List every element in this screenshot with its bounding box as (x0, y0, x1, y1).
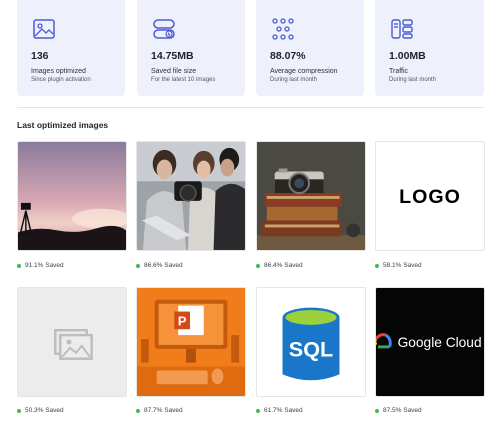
status-dot (256, 263, 260, 268)
powerpoint-desktop-illustration[interactable]: P (136, 287, 246, 397)
sunset-tripod-photo[interactable] (17, 141, 127, 251)
saved-text: 87.5% Saved (383, 407, 422, 414)
saved-label: 58.1% Saved (375, 262, 422, 269)
logo-image[interactable]: LOGO (375, 141, 485, 251)
saved-label: 86.4% Saved (256, 262, 303, 269)
google-cloud-text: Google Cloud (398, 335, 482, 350)
camera-on-books-photo[interactable] (256, 141, 366, 251)
saved-text: 50.3% Saved (25, 407, 64, 414)
status-dot (17, 408, 21, 413)
google-cloud-image[interactable]: Google Cloud (375, 287, 485, 397)
saved-label: 91.1% Saved (17, 262, 64, 269)
placeholder-image-icon (54, 328, 93, 360)
saved-text: 86.6% Saved (144, 262, 183, 269)
saved-text: 61.7% Saved (264, 407, 303, 414)
saved-text: 91.1% Saved (25, 262, 64, 269)
sql-database-image[interactable]: SQL (256, 287, 366, 397)
status-dot (136, 408, 140, 413)
optimized-images-grid: 91.1% Saved 86.6% Saved 86.4% Saved LOGO… (0, 0, 500, 436)
saved-text: 87.7% Saved (144, 407, 183, 414)
saved-label: 87.5% Saved (375, 407, 422, 414)
status-dot (375, 263, 379, 268)
logo-text: LOGO (399, 186, 461, 208)
saved-label: 87.7% Saved (136, 407, 183, 414)
status-dot (375, 408, 379, 413)
status-dot (136, 263, 140, 268)
powerpoint-letter: P (178, 313, 187, 328)
saved-text: 58.1% Saved (383, 262, 422, 269)
saved-label: 61.7% Saved (256, 407, 303, 414)
saved-text: 86.4% Saved (264, 262, 303, 269)
status-dot (256, 408, 260, 413)
students-camera-photo[interactable] (136, 141, 246, 251)
saved-label: 86.6% Saved (136, 262, 183, 269)
image-placeholder[interactable] (17, 287, 127, 397)
status-dot (17, 263, 21, 268)
sql-text: SQL (289, 337, 333, 362)
saved-label: 50.3% Saved (17, 407, 64, 414)
